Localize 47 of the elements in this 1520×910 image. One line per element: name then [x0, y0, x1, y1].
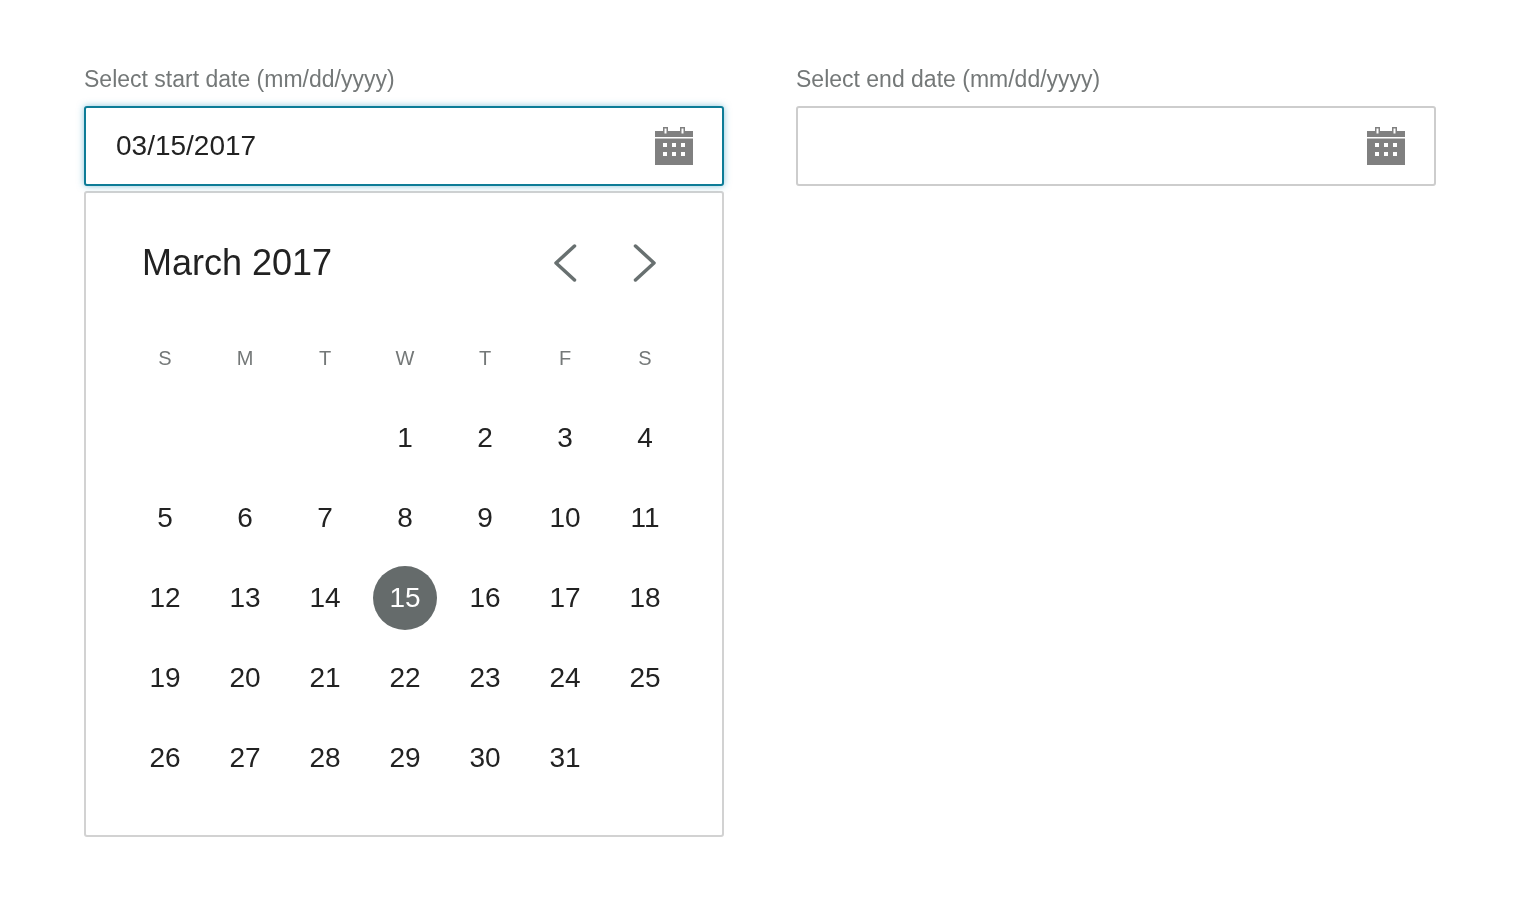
day-button[interactable]: 13: [213, 566, 277, 630]
date-input-field[interactable]: [796, 106, 1436, 186]
weekday-label: S: [158, 346, 172, 370]
day-button[interactable]: 29: [373, 726, 437, 790]
day-button[interactable]: 10: [533, 486, 597, 550]
day-button[interactable]: 7: [293, 486, 357, 550]
chevron-right-icon: [633, 244, 657, 282]
field-label: Select start date (mm/dd/yyyy): [84, 66, 395, 92]
day-button[interactable]: 26: [133, 726, 197, 790]
day-button[interactable]: 5: [133, 486, 197, 550]
calendar-icon[interactable]: [655, 127, 693, 165]
day-button[interactable]: 31: [533, 726, 597, 790]
day-button[interactable]: 21: [293, 646, 357, 710]
day-button[interactable]: 28: [293, 726, 357, 790]
day-button[interactable]: 11: [613, 486, 677, 550]
day-button[interactable]: 3: [533, 406, 597, 470]
day-button[interactable]: 16: [453, 566, 517, 630]
selected-day[interactable]: 15: [373, 566, 437, 630]
weekday-label: M: [236, 346, 254, 370]
day-button[interactable]: 18: [613, 566, 677, 630]
day-button[interactable]: 25: [613, 646, 677, 710]
weekday-label: T: [318, 346, 332, 370]
date-input-field[interactable]: 03/15/2017: [84, 106, 724, 186]
month-title: March 2017: [142, 241, 333, 285]
day-button[interactable]: 9: [453, 486, 517, 550]
field-label: Select end date (mm/dd/yyyy): [796, 66, 1101, 92]
day-button[interactable]: 30: [453, 726, 517, 790]
day-button[interactable]: 22: [373, 646, 437, 710]
weekday-label: W: [395, 346, 415, 370]
weekday-label: F: [558, 346, 572, 370]
day-button[interactable]: 14: [293, 566, 357, 630]
day-button[interactable]: 19: [133, 646, 197, 710]
day-button[interactable]: 12: [133, 566, 197, 630]
chevron-left-icon: [553, 244, 577, 282]
day-button[interactable]: 27: [213, 726, 277, 790]
day-button[interactable]: 23: [453, 646, 517, 710]
calendar-icon[interactable]: [1367, 127, 1405, 165]
day-button[interactable]: 24: [533, 646, 597, 710]
day-button[interactable]: 4: [613, 406, 677, 470]
day-button[interactable]: 6: [213, 486, 277, 550]
day-button[interactable]: 1: [373, 406, 437, 470]
day-button[interactable]: 17: [533, 566, 597, 630]
weekday-label: S: [638, 346, 652, 370]
day-button[interactable]: 8: [373, 486, 437, 550]
day-button[interactable]: 20: [213, 646, 277, 710]
day-button[interactable]: 2: [453, 406, 517, 470]
weekday-label: T: [478, 346, 492, 370]
